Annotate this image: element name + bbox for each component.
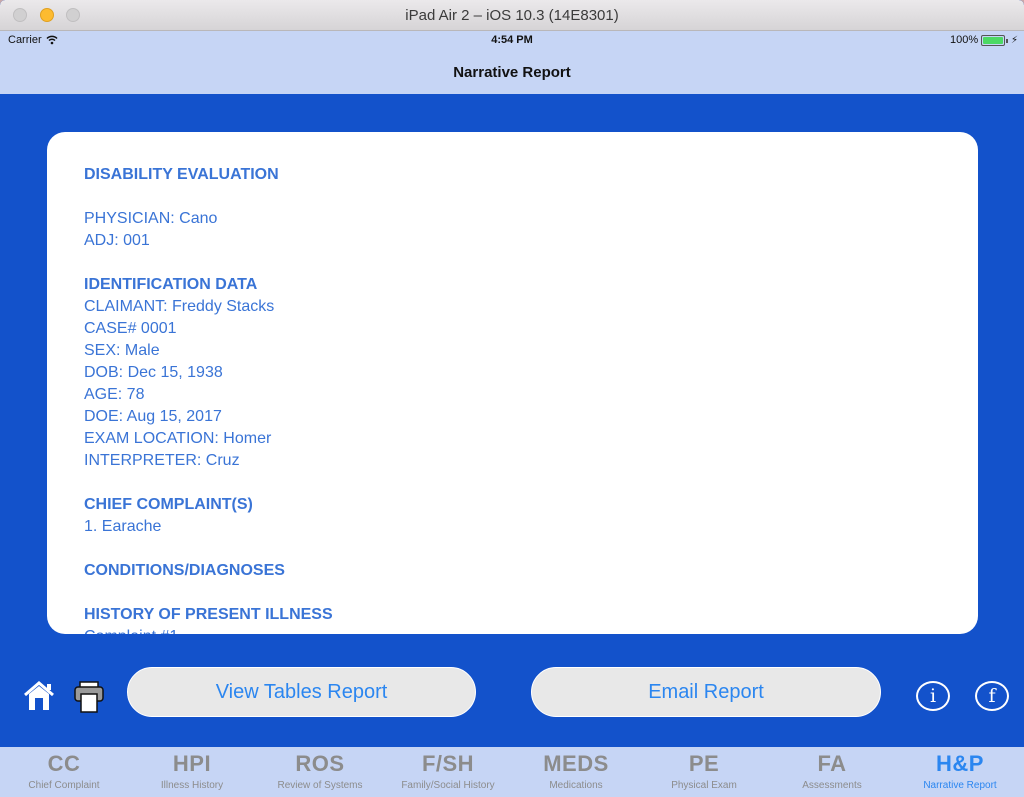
email-report-button[interactable]: Email Report: [531, 667, 881, 717]
report-spacer: [84, 538, 958, 560]
report-spacer: [84, 582, 958, 604]
report-section-heading: IDENTIFICATION DATA: [84, 276, 258, 293]
tab-family-social-history[interactable]: F/SH Family/Social History: [384, 747, 512, 797]
narrative-report-text: DISABILITY EVALUATION PHYSICIAN: Cano ADJ:…: [84, 164, 958, 634]
status-time: 4:54 PM: [491, 34, 533, 46]
report-section-heading: CHIEF COMPLAINT(S): [84, 496, 253, 513]
report-line: DOB: Dec 15, 1938: [84, 364, 223, 381]
tab-review-of-systems[interactable]: ROS Review of Systems: [256, 747, 384, 797]
report-line: ADJ: 001: [84, 232, 150, 249]
tab-label: Family/Social History: [401, 780, 495, 791]
report-line: PHYSICIAN: Cano: [84, 210, 218, 227]
report-section-heading: HISTORY OF PRESENT ILLNESS: [84, 606, 333, 623]
tab-abbreviation: HPI: [172, 751, 212, 776]
tab-abbreviation: CC: [47, 751, 81, 776]
tab-medications[interactable]: MEDS Medications: [512, 747, 640, 797]
charging-bolt-icon: ⚡︎: [1008, 34, 1018, 46]
tab-abbreviation: F/SH: [421, 751, 475, 776]
view-tables-report-button[interactable]: View Tables Report: [127, 667, 476, 717]
report-line: DOE: Aug 15, 2017: [84, 408, 222, 425]
report-line: AGE: 78: [84, 386, 145, 403]
tab-label: Narrative Report: [923, 780, 997, 791]
report-spacer: [84, 186, 958, 208]
tab-abbreviation: H&P: [936, 751, 984, 776]
window-title: iPad Air 2 – iOS 10.3 (14E8301): [405, 7, 619, 24]
tab-label: Assessments: [802, 780, 862, 791]
report-line: CLAIMANT: Freddy Stacks: [84, 298, 275, 315]
report-line: EXAM LOCATION: Homer: [84, 430, 272, 447]
page-title: Narrative Report: [453, 64, 571, 81]
tab-chief-complaint[interactable]: CC Chief Complaint: [0, 747, 128, 797]
status-battery: 100% ⚡︎: [950, 34, 1018, 46]
tab-label: Illness History: [160, 780, 224, 791]
report-line: Complaint #1: [84, 626, 958, 634]
tab-narrative-report[interactable]: H&P Narrative Report: [896, 747, 1024, 797]
home-icon[interactable]: [22, 680, 56, 712]
tab-label: Review of Systems: [277, 780, 363, 791]
simulator-window: iPad Air 2 – iOS 10.3 (14E8301) Carrier …: [0, 0, 1024, 797]
report-line: INTERPRETER: Cruz: [84, 452, 240, 469]
tab-illness-history[interactable]: HPI Illness History: [128, 747, 256, 797]
tab-abbreviation: PE: [688, 751, 720, 776]
window-titlebar: iPad Air 2 – iOS 10.3 (14E8301): [0, 0, 1024, 31]
tab-abbreviation: FA: [817, 751, 847, 776]
report-line: SEX: Male: [84, 342, 160, 359]
tab-label: Chief Complaint: [28, 780, 100, 791]
battery-icon: [981, 34, 1009, 46]
tab-physical-exam[interactable]: PE Physical Exam: [640, 747, 768, 797]
tab-assessments[interactable]: FA Assessments: [768, 747, 896, 797]
facebook-icon[interactable]: f: [975, 681, 1009, 711]
battery-percent: 100%: [950, 34, 979, 46]
report-spacer: [84, 472, 958, 494]
report-line: CASE# 0001: [84, 320, 177, 337]
tab-bar: CC Chief Complaint HPI Illness History ROS Re…: [0, 747, 1024, 797]
tab-label: Medications: [549, 780, 603, 791]
printer-icon[interactable]: [73, 680, 105, 714]
tab-abbreviation: MEDS: [543, 751, 609, 776]
report-card[interactable]: DISABILITY EVALUATION PHYSICIAN: Cano ADJ:…: [47, 132, 978, 634]
report-spacer: [84, 252, 958, 274]
report-section-heading: DISABILITY EVALUATION: [84, 166, 279, 183]
navigation-bar: Carrier 4:54 PM 100% ⚡︎ Narrative Report: [0, 31, 1024, 94]
info-icon[interactable]: i: [916, 681, 950, 711]
report-line: 1. Earache: [84, 518, 162, 535]
tab-label: Physical Exam: [671, 780, 737, 791]
report-section-heading: CONDITIONS/DIAGNOSES: [84, 562, 285, 579]
tab-abbreviation: ROS: [295, 751, 345, 776]
